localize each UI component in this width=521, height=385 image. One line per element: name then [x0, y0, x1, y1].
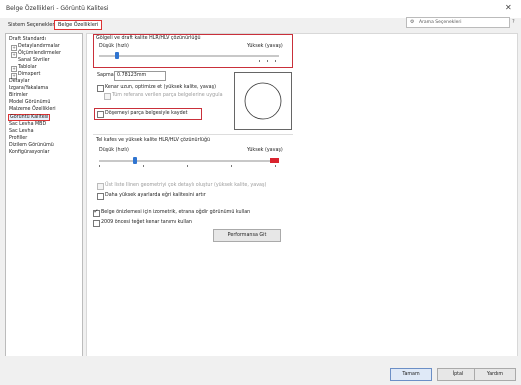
tree-item-dimensions[interactable]: Ölçümlendirmeler — [18, 51, 61, 56]
shaded-slider-track[interactable] — [99, 55, 279, 57]
tree-item-dimxpert[interactable]: Dimxpert — [18, 72, 40, 77]
isometric-preview-label: Belge önizlemesi için izometrik, etrana … — [101, 210, 251, 215]
slider-tick — [267, 60, 268, 62]
tree-item-sheet-metal-mbd[interactable]: Sac Levha MBD — [9, 122, 46, 127]
apply-to-parts-label: Tüm referans verilen parça belgelerine u… — [112, 93, 223, 98]
wireframe-heading: Tel kafes ve yüksek kalite HLR/HLV çözün… — [96, 138, 211, 143]
expand-icon[interactable]: + — [11, 52, 17, 58]
shaded-high-label: Yüksek (yavaş) — [247, 44, 283, 49]
shaded-low-label: Düşük (hızlı) — [99, 44, 129, 49]
window-title: Belge Özellikleri - Görüntü Kalitesi — [6, 5, 109, 12]
apply-to-parts-checkbox — [104, 93, 111, 100]
tab-system-options[interactable]: Sistem Seçenekleri — [8, 22, 56, 28]
tree-item-drafting-standard[interactable]: Draft Standardı — [9, 37, 46, 42]
tree-item-material-properties[interactable]: Malzeme Özellikleri — [9, 107, 56, 112]
wireframe-slider-high-marker — [270, 158, 279, 163]
tab-document-properties[interactable]: Belge Özellikleri — [54, 20, 103, 30]
help-button[interactable]: Yardım — [474, 368, 516, 381]
precise-geometry-label: Üst liste Ilinen geometriyi çok detaylı … — [105, 183, 267, 188]
wireframe-low-label: Düşük (hızlı) — [99, 148, 129, 153]
tree-item-virtual-sharps[interactable]: Sanal Sivriler — [18, 58, 50, 63]
save-tessellation-label: Döşemeyi parça belgesiyle kaydet — [105, 111, 188, 116]
expand-icon[interactable]: + — [11, 45, 17, 51]
options-tree: Draft Standardı + Detaylandırmalar + Ölç… — [5, 33, 83, 358]
slider-tick — [275, 60, 276, 62]
search-input[interactable]: ⚙ Arama Seçenekleri — [406, 17, 510, 28]
shaded-slider-thumb[interactable] — [115, 52, 119, 59]
ok-button[interactable]: Tamam — [390, 368, 432, 381]
save-tessellation-checkbox[interactable] — [97, 111, 104, 118]
curve-quality-checkbox[interactable] — [97, 193, 104, 200]
expand-icon[interactable]: + — [11, 66, 17, 72]
tree-item-weldment[interactable]: Dizilem Görünümü — [9, 143, 54, 148]
tree-item-tables[interactable]: Tablolar — [18, 65, 37, 70]
tree-item-units[interactable]: Birimler — [9, 93, 28, 98]
optimize-edge-label: Kenar uzun, optimize et (yüksek kalite, … — [105, 85, 216, 90]
tree-item-annotations[interactable]: Detaylandırmalar — [18, 44, 60, 49]
slider-tick — [231, 165, 232, 167]
wireframe-high-label: Yüksek (yavaş) — [247, 148, 283, 153]
wireframe-slider-thumb[interactable] — [133, 157, 137, 164]
quality-preview — [234, 72, 292, 130]
tree-item-sheet-metal[interactable]: Sac Levha — [9, 129, 34, 134]
cancel-button[interactable]: İptal — [437, 368, 479, 381]
legacy-tangent-checkbox[interactable] — [93, 220, 100, 227]
wireframe-slider-track[interactable] — [99, 160, 279, 162]
slider-tick — [143, 165, 144, 167]
deviation-label: Sapma: — [97, 73, 116, 78]
legacy-tangent-label: 2009 öncesi teğet kenar tanımı kullan — [101, 220, 192, 225]
deviation-input[interactable]: 0.78123mm — [114, 71, 166, 81]
search-placeholder: Arama Seçenekleri — [419, 19, 462, 25]
slider-tick — [99, 165, 100, 167]
gear-icon: ⚙ — [410, 19, 415, 25]
tree-item-grid-snap[interactable]: Izgara/Yakalama — [9, 86, 48, 91]
tree-item-profiles[interactable]: Profiller — [9, 136, 27, 141]
tree-item-image-quality[interactable]: Görüntü Kalitesi — [8, 114, 51, 121]
close-icon[interactable]: ✕ — [505, 3, 512, 12]
precise-geometry-checkbox — [97, 183, 104, 190]
tree-item-configurations[interactable]: Konfigürasyonlar — [9, 150, 49, 155]
settings-panel: Gölgeli ve draft kalite HLR/HLV çözünürl… — [86, 33, 518, 358]
check-icon: ✓ — [93, 208, 99, 215]
curve-quality-label: Daha yüksek ayarlarda eğri kalitesini ar… — [105, 193, 206, 198]
tree-item-model-display[interactable]: Model Görünümü — [9, 100, 50, 105]
shaded-heading: Gölgeli ve draft kalite HLR/HLV çözünürl… — [96, 36, 201, 41]
slider-tick — [187, 165, 188, 167]
optimize-edge-checkbox[interactable] — [97, 85, 104, 92]
slider-tick — [275, 165, 276, 167]
help-icon[interactable]: ? — [512, 19, 515, 25]
performance-button[interactable]: Performansa Git — [213, 229, 281, 242]
slider-tick — [259, 60, 260, 62]
tree-item-details[interactable]: Detaylar — [9, 79, 30, 84]
preview-circle — [244, 82, 282, 120]
divider — [93, 134, 293, 135]
